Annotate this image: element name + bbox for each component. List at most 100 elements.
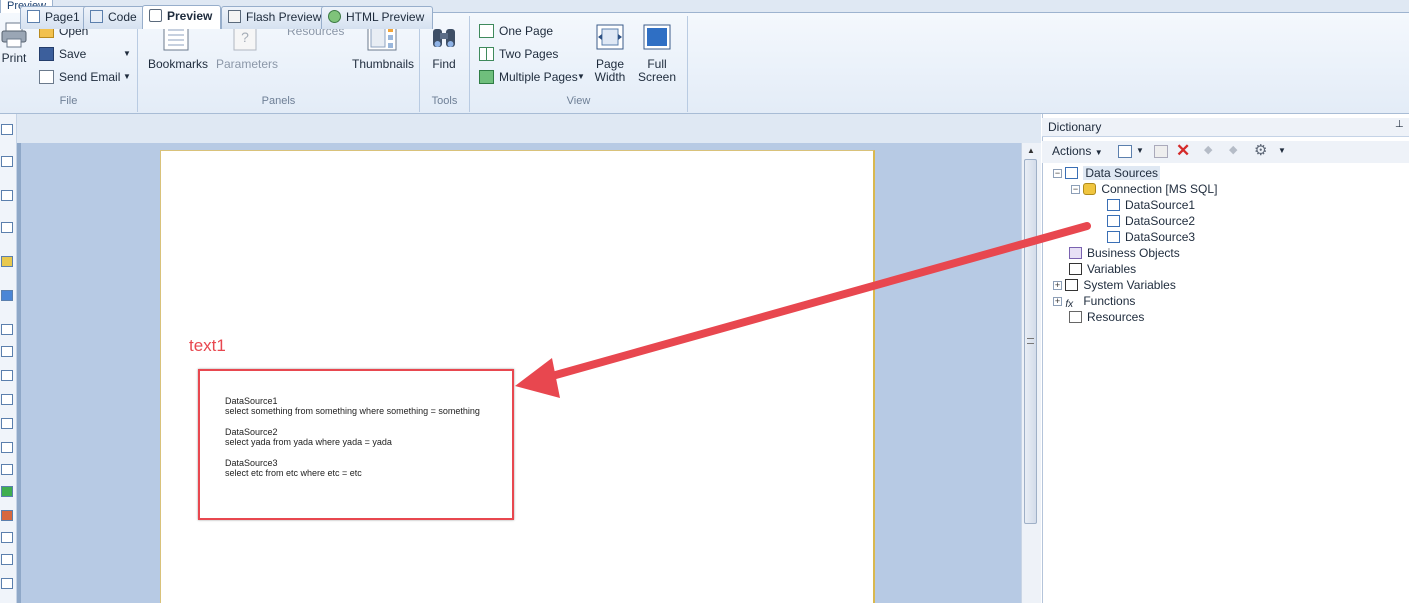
toolbox-icon[interactable] [1, 190, 13, 201]
bookmarks-label: Bookmarks [148, 57, 209, 71]
dictionary-title-text: Dictionary [1048, 120, 1102, 134]
grip-icon [1027, 338, 1034, 344]
toolbox-icon[interactable] [1, 346, 13, 357]
edit-icon[interactable] [1154, 145, 1168, 158]
save-dropdown-arrow-icon[interactable]: ▼ [123, 49, 131, 58]
move-down-icon[interactable]: ◆ [1229, 143, 1237, 156]
tab-page1[interactable]: Page1 [20, 6, 89, 29]
save-button[interactable]: Save [39, 44, 86, 64]
chevron-down-icon[interactable]: ▼ [1278, 146, 1286, 155]
toolbox-icon[interactable] [1, 394, 13, 405]
toolbox-icon[interactable] [1, 124, 13, 135]
tab-label: Preview [167, 9, 213, 23]
full-screen-icon [643, 24, 671, 50]
variable-icon [1069, 263, 1082, 275]
bookmarks-button[interactable]: Bookmarks [148, 23, 209, 71]
tab-preview[interactable]: Preview [142, 5, 222, 29]
tree-label: Functions [1083, 294, 1136, 308]
system-variable-icon [1065, 279, 1079, 291]
one-page-button[interactable]: One Page [479, 21, 553, 41]
tab-html-preview[interactable]: HTML Preview [321, 6, 434, 29]
two-pages-button[interactable]: Two Pages [479, 44, 558, 64]
group-separator [687, 16, 688, 112]
tree-node-datasource3[interactable]: DataSource3 [1107, 229, 1195, 245]
toolbox-icon[interactable] [1, 554, 13, 565]
database-icon [1083, 183, 1097, 195]
toolbox-icon[interactable] [1, 578, 13, 589]
tree-node-datasource1[interactable]: DataSource1 [1107, 197, 1195, 213]
tab-label: Code [108, 10, 137, 24]
one-page-label: One Page [499, 24, 554, 38]
toolbox-icon[interactable] [1, 510, 13, 521]
parameters-button[interactable]: ? Parameters [216, 23, 279, 71]
scrollbar-thumb[interactable] [1024, 159, 1037, 524]
tree-node-data-sources[interactable]: − Data Sources [1053, 165, 1161, 181]
send-email-label: Send Email [59, 70, 121, 84]
tree-node-resources[interactable]: Resources [1069, 309, 1144, 325]
scroll-up-arrow-icon[interactable]: ▲ [1027, 146, 1035, 155]
send-email-dropdown-arrow-icon[interactable]: ▼ [123, 72, 131, 81]
collapse-icon[interactable]: − [1053, 169, 1062, 178]
thumbnails-button[interactable]: Thumbnails [352, 23, 415, 71]
tree-node-functions[interactable]: + fx Functions [1053, 293, 1136, 310]
globe-icon [328, 10, 341, 23]
delete-icon[interactable]: ✕ [1176, 141, 1190, 161]
tree-node-system-variables[interactable]: + System Variables [1053, 277, 1176, 293]
toolbox-icon[interactable] [1, 418, 13, 429]
save-label: Save [59, 47, 87, 61]
dictionary-toolbar: Actions ▼ ▼ ✕ ◆ ◆ ⚙ ▼ [1042, 141, 1409, 163]
table-icon [1065, 167, 1079, 179]
move-up-icon[interactable]: ◆ [1204, 143, 1212, 156]
email-icon [39, 70, 54, 84]
tree-node-business-objects[interactable]: Business Objects [1069, 245, 1180, 261]
send-email-button[interactable]: Send Email [39, 67, 120, 87]
expand-icon[interactable]: + [1053, 281, 1062, 290]
parameters-label: Parameters [216, 57, 279, 71]
thumbnails-label: Thumbnails [352, 57, 415, 71]
collapse-icon[interactable]: − [1071, 185, 1080, 194]
multiple-pages-label: Multiple Pages [499, 70, 578, 84]
business-objects-icon [1069, 247, 1082, 259]
actions-menu[interactable]: Actions ▼ [1052, 144, 1103, 158]
toolbox-icon[interactable] [1, 442, 13, 453]
multiple-pages-button[interactable]: Multiple Pages [479, 67, 578, 87]
annotation-box [198, 369, 514, 520]
page-icon [27, 10, 40, 23]
chevron-down-icon: ▼ [1094, 148, 1103, 157]
print-label: Print [1, 51, 27, 65]
preview-magnifier-icon [149, 9, 162, 22]
toolbox-icon[interactable] [1, 290, 13, 301]
page-width-button[interactable]: Page Width [592, 23, 628, 84]
tab-flash-preview[interactable]: Flash Preview [221, 6, 331, 29]
group-label-tools: Tools [431, 95, 458, 107]
toolbox-icon[interactable] [1, 464, 13, 475]
tab-label: Flash Preview [246, 10, 322, 24]
expand-icon[interactable]: + [1053, 297, 1062, 306]
svg-text:?: ? [241, 29, 249, 45]
full-screen-button[interactable]: Full Screen [638, 23, 676, 84]
toolbox-icon[interactable] [1, 370, 13, 381]
floppy-disk-icon [39, 47, 54, 61]
tree-node-variables[interactable]: Variables [1069, 261, 1136, 277]
toolbox-icon[interactable] [1, 256, 13, 267]
toolbox-icon[interactable] [1, 324, 13, 335]
multiple-pages-dropdown-arrow-icon[interactable]: ▼ [577, 72, 585, 81]
tree-node-connection[interactable]: − Connection [MS SQL] [1071, 181, 1217, 197]
tree-node-datasource2[interactable]: DataSource2 [1107, 213, 1195, 229]
pin-icon[interactable]: ⊥ [1395, 119, 1404, 130]
table-icon [1107, 231, 1120, 243]
toolbox-icon[interactable] [1, 222, 13, 233]
chevron-down-icon[interactable]: ▼ [1136, 146, 1144, 155]
resources-icon [1069, 311, 1082, 323]
find-button[interactable]: Find [426, 23, 462, 71]
group-label-view: View [566, 95, 591, 107]
binoculars-icon [433, 29, 455, 47]
new-item-icon[interactable] [1118, 145, 1132, 158]
gear-icon[interactable]: ⚙ [1254, 141, 1267, 159]
toolbox-icon[interactable] [1, 156, 13, 167]
toolbox-icon[interactable] [1, 486, 13, 497]
tree-label: DataSource2 [1125, 214, 1196, 228]
toolbox-icon[interactable] [1, 532, 13, 543]
tab-code[interactable]: Code [83, 6, 146, 29]
one-page-icon [479, 24, 494, 38]
